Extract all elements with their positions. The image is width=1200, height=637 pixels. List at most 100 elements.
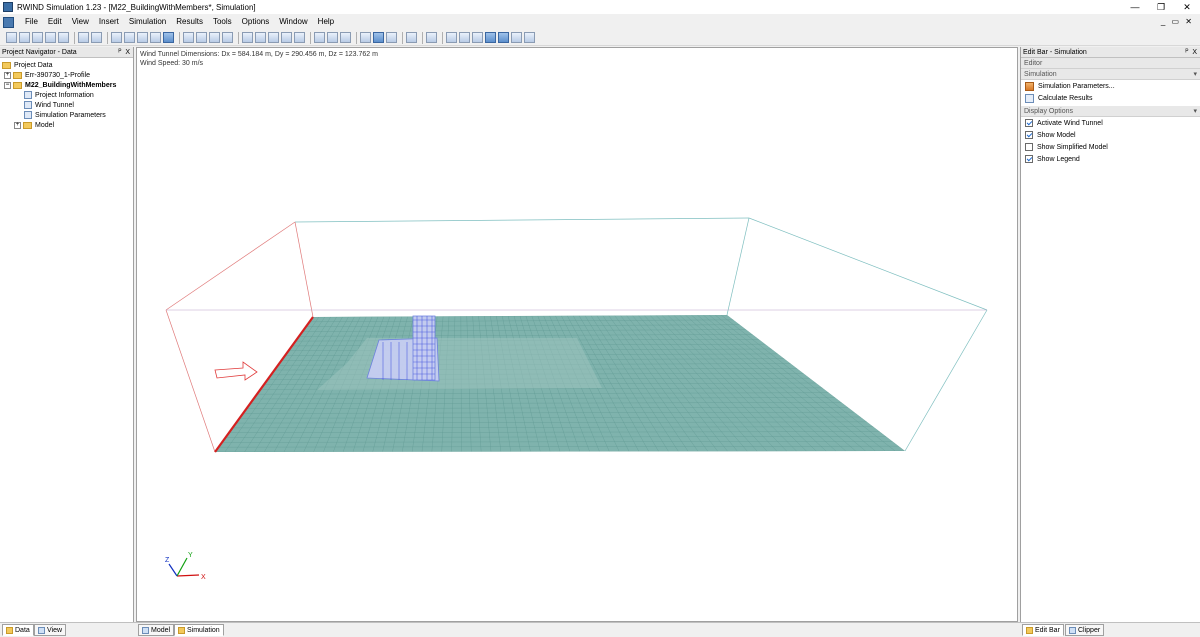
menu-insert[interactable]: Insert (94, 15, 124, 29)
settings-icon[interactable] (209, 32, 220, 43)
chevron-down-icon[interactable]: ▾ (1193, 70, 1197, 78)
expand-icon[interactable]: + (14, 121, 21, 129)
calculate-results-item[interactable]: Calculate Results (1021, 92, 1200, 104)
wind-speed-text: Wind Speed: 30 m/s (140, 60, 204, 67)
tab-data[interactable]: Data (2, 624, 34, 636)
probe-icon[interactable] (498, 32, 509, 43)
view-front-icon[interactable] (255, 32, 266, 43)
simulation-parameters-label: Simulation Parameters... (1038, 82, 1115, 90)
vector-icon[interactable] (459, 32, 470, 43)
section-simulation[interactable]: Simulation ▾ (1021, 69, 1200, 80)
view-iso-icon[interactable] (294, 32, 305, 43)
tree-item-label: Err-390730_1-Profile (25, 71, 90, 79)
menu-window[interactable]: Window (274, 15, 312, 29)
layers-icon[interactable] (406, 32, 417, 43)
menu-options[interactable]: Options (237, 15, 275, 29)
results-view-icon[interactable] (485, 32, 496, 43)
gear-icon[interactable] (222, 32, 233, 43)
menu-file[interactable]: File (20, 15, 43, 29)
tab-model[interactable]: Model (138, 624, 175, 636)
maximize-button[interactable]: ❐ (1148, 0, 1174, 14)
option-show-simplified-model[interactable]: Show Simplified Model (1021, 141, 1200, 153)
section-editor[interactable]: Editor (1021, 58, 1200, 69)
activate-wind-tunnel-checkbox[interactable] (1025, 119, 1033, 127)
window-title: RWIND Simulation 1.23 - [M22_BuildingWit… (17, 2, 256, 12)
simulation-viewport[interactable]: X Y Z Wind Tunnel Dimensions: Dx = 584.1… (136, 47, 1018, 622)
menu-edit[interactable]: Edit (43, 15, 67, 29)
document-icon[interactable] (3, 16, 14, 28)
export-icon[interactable] (524, 32, 535, 43)
window-controls: — ❐ ✕ (1122, 0, 1200, 14)
grid-icon[interactable] (124, 32, 135, 43)
edit-bar-icon (1026, 626, 1033, 634)
minimize-button[interactable]: — (1122, 0, 1148, 14)
redo-icon[interactable] (91, 32, 102, 43)
tab-clipper[interactable]: Clipper (1065, 624, 1105, 636)
save-icon[interactable] (32, 32, 43, 43)
show-model-checkbox[interactable] (1025, 131, 1033, 139)
mesh-icon[interactable] (150, 32, 161, 43)
undo-icon[interactable] (78, 32, 89, 43)
view-side-icon[interactable] (268, 32, 279, 43)
option-activate-wind-tunnel[interactable]: Activate Wind Tunnel (1021, 117, 1200, 129)
tab-label: View (47, 626, 63, 634)
tree-item-project-data[interactable]: Project Data (2, 60, 131, 70)
menu-view[interactable]: View (67, 15, 94, 29)
refresh-icon[interactable] (327, 32, 338, 43)
reset-view-icon[interactable] (340, 32, 351, 43)
wind-tunnel-icon (24, 101, 32, 109)
pencil-icon[interactable] (426, 32, 437, 43)
navigator-panel-buttons[interactable]: ᴾ X (118, 49, 131, 56)
mdi-controls[interactable]: _ ▭ ✕ (1161, 15, 1194, 29)
view-top-icon[interactable] (281, 32, 292, 43)
section-display-options[interactable]: Display Options ▾ (1021, 106, 1200, 117)
wireframe-icon[interactable] (373, 32, 384, 43)
close-button[interactable]: ✕ (1174, 0, 1200, 14)
menu-tools[interactable]: Tools (208, 15, 237, 29)
expand-icon[interactable]: + (4, 71, 11, 79)
render-icon[interactable] (196, 32, 207, 43)
model-icon[interactable] (183, 32, 194, 43)
show-simplified-model-checkbox[interactable] (1025, 143, 1033, 151)
app-icon (3, 2, 13, 12)
toolbar-separator (107, 31, 108, 44)
menu-help[interactable]: Help (313, 15, 339, 29)
new-file-icon[interactable] (6, 32, 17, 43)
color-dropdown-icon[interactable] (386, 32, 397, 43)
toolbar-separator (442, 31, 443, 44)
open-file-icon[interactable] (19, 32, 30, 43)
wind-tunnel-scene[interactable]: X Y Z (137, 48, 1017, 621)
tree-item-project-information[interactable]: Project Information (2, 90, 131, 100)
rotate-icon[interactable] (314, 32, 325, 43)
snap-icon[interactable] (137, 32, 148, 43)
toolbar (0, 30, 1200, 46)
chevron-down-icon[interactable]: ▾ (1193, 107, 1197, 115)
toolbar-separator (238, 31, 239, 44)
edit-icon[interactable] (111, 32, 122, 43)
menu-simulation[interactable]: Simulation (124, 15, 171, 29)
tree-item-wind-tunnel[interactable]: Wind Tunnel (2, 100, 131, 110)
simulation-parameters-item[interactable]: Simulation Parameters... (1021, 80, 1200, 92)
tree-item-simulation-parameters[interactable]: Simulation Parameters (2, 110, 131, 120)
collapse-icon[interactable]: − (4, 81, 11, 89)
pointer-icon[interactable] (511, 32, 522, 43)
tab-edit-bar[interactable]: Edit Bar (1022, 624, 1064, 636)
show-legend-checkbox[interactable] (1025, 155, 1033, 163)
grid-toggle-icon[interactable] (163, 32, 174, 43)
perspective-icon[interactable] (360, 32, 371, 43)
option-show-legend[interactable]: Show Legend (1021, 153, 1200, 165)
tab-simulation[interactable]: Simulation (174, 624, 224, 636)
menu-results[interactable]: Results (171, 15, 208, 29)
tree-item-model[interactable]: + Model (2, 120, 131, 130)
zoom-all-icon[interactable] (242, 32, 253, 43)
tree-item-model-file[interactable]: − M22_BuildingWithMembers (2, 80, 131, 90)
save-all-icon[interactable] (45, 32, 56, 43)
streamline-icon[interactable] (472, 32, 483, 43)
palette-icon[interactable] (446, 32, 457, 43)
axis-triad: X Y Z (165, 552, 206, 581)
tab-view[interactable]: View (34, 624, 67, 636)
edit-bar-panel-buttons[interactable]: ᴾ X (1185, 49, 1198, 56)
tree-item-profile[interactable]: + Err-390730_1-Profile (2, 70, 131, 80)
print-icon[interactable] (58, 32, 69, 43)
option-show-model[interactable]: Show Model (1021, 129, 1200, 141)
